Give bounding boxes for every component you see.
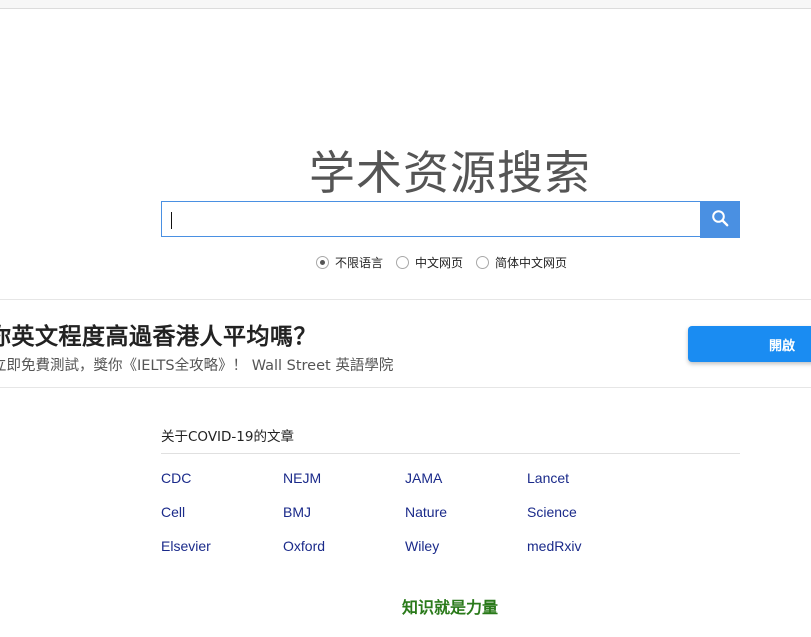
lang-option-chinese[interactable]: 中文网页 [396, 254, 463, 271]
search-icon [711, 209, 729, 230]
link-cdc[interactable]: CDC [161, 470, 283, 487]
link-elsevier[interactable]: Elsevier [161, 538, 283, 555]
radio-simplified-chinese-pages[interactable] [476, 256, 490, 269]
link-oxford[interactable]: Oxford [283, 538, 405, 555]
lang-option-label: 不限语言 [335, 256, 384, 270]
browser-top-border [0, 0, 811, 9]
radio-any-language[interactable] [316, 256, 329, 269]
link-nature[interactable]: Nature [405, 504, 527, 521]
ad-open-button[interactable]: 開啟 [688, 326, 811, 362]
section-title: 关于COVID-19的文章 [161, 425, 740, 454]
lang-option-label: 简体中文网页 [495, 256, 568, 270]
motto-text: 知识就是力量 [401, 598, 498, 617]
link-nejm[interactable]: NEJM [283, 470, 405, 487]
lang-option-label: 中文网页 [415, 256, 464, 270]
page-title: 学术资源搜索 [309, 145, 591, 200]
lang-option-simplified[interactable]: 简体中文网页 [476, 254, 567, 271]
search-input[interactable] [162, 202, 700, 236]
link-science[interactable]: Science [527, 504, 649, 521]
link-bmj[interactable]: BMJ [283, 504, 405, 521]
search-button[interactable] [700, 201, 740, 238]
ad-subtext[interactable]: 立即免費測試，獎你《IELTS全攻略》！ Wall Street 英語學院 [0, 354, 393, 375]
ad-headline[interactable]: 你英文程度高過香港人平均嗎？ [0, 317, 317, 351]
language-filter: 不限语言 中文网页 简体中文网页 [316, 254, 580, 271]
search-box[interactable] [161, 201, 700, 237]
covid-articles-section: 关于COVID-19的文章 CDC NEJM JAMA Lancet Cell … [161, 425, 740, 555]
link-jama[interactable]: JAMA [405, 470, 527, 487]
link-cell[interactable]: Cell [161, 504, 283, 521]
covid-link-grid: CDC NEJM JAMA Lancet Cell BMJ Nature Sci… [161, 470, 740, 555]
link-lancet[interactable]: Lancet [527, 470, 649, 487]
text-caret [171, 212, 172, 229]
lang-option-any[interactable]: 不限语言 [316, 254, 383, 271]
ad-banner[interactable]: 你英文程度高過香港人平均嗎？ 立即免費測試，獎你《IELTS全攻略》！ Wall… [0, 299, 811, 388]
link-medrxiv[interactable]: medRxiv [527, 538, 649, 555]
link-wiley[interactable]: Wiley [405, 538, 527, 555]
radio-chinese-pages[interactable] [396, 256, 410, 269]
